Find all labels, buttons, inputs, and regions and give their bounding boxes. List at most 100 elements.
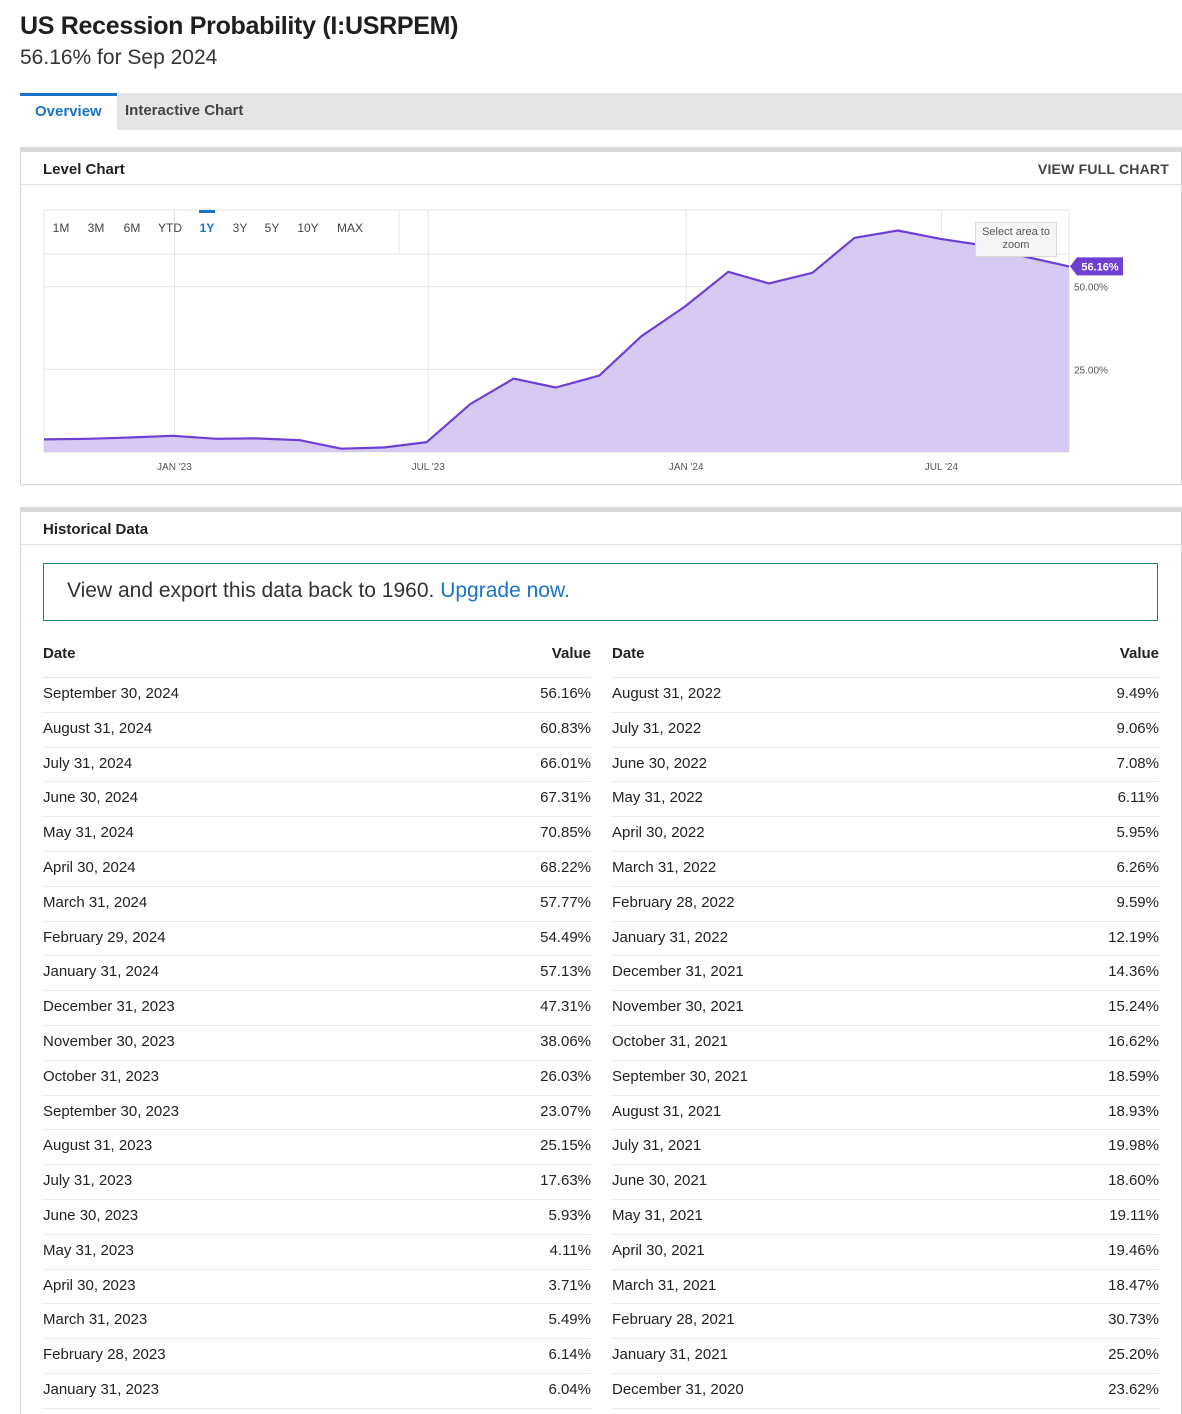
- upgrade-text: View and export this data back to 1960.: [67, 579, 435, 602]
- row-value: 25.20%: [1108, 1346, 1159, 1364]
- table-row: December 31, 2023 47.31%: [43, 991, 591, 1026]
- row-date: March 31, 2021: [612, 1276, 717, 1294]
- range-button-1y[interactable]: 1Y: [200, 221, 215, 235]
- row-value: 18.59%: [1108, 1067, 1159, 1085]
- range-button-6m[interactable]: 6M: [124, 221, 141, 235]
- value-column-header: Value: [1119, 645, 1159, 662]
- historical-data-panel: Historical Data View and export this dat…: [20, 507, 1182, 1414]
- row-value: 38.06%: [540, 1032, 591, 1050]
- level-chart-panel: Level Chart VIEW FULL CHART 1M 3M 6M YTD 1Y 3…: [20, 147, 1182, 485]
- row-date: August 31, 2022: [612, 685, 722, 702]
- range-button-3m[interactable]: 3M: [88, 221, 105, 235]
- table-row: February 28, 2023 6.14%: [43, 1339, 591, 1374]
- tab-interactive-chart[interactable]: Interactive Chart: [110, 93, 258, 130]
- row-date: October 31, 2023: [43, 1067, 159, 1085]
- page-title: US Recession Probability (I:USRPEM): [20, 12, 459, 40]
- tab-overview[interactable]: Overview: [20, 93, 117, 130]
- range-button-3y[interactable]: 3Y: [233, 221, 248, 235]
- table-row: January 31, 2021 25.20%: [612, 1339, 1159, 1374]
- row-value: 6.11%: [1117, 789, 1159, 807]
- row-date: January 31, 2023: [43, 1380, 159, 1398]
- row-value: 23.07%: [540, 1102, 591, 1120]
- row-date: December 31, 2020: [612, 1380, 744, 1398]
- table-row: October 31, 2021 16.62%: [612, 1026, 1159, 1061]
- table-row: June 30, 2022 7.08%: [612, 748, 1159, 783]
- history-table-left: Date Value September 30, 2024 56.16% Augus…: [43, 636, 591, 1409]
- row-date: September 30, 2021: [612, 1067, 748, 1085]
- table-row: April 30, 2022 5.95%: [612, 817, 1159, 852]
- row-value: 30.73%: [1108, 1311, 1159, 1329]
- row-value: 9.06%: [1116, 719, 1159, 737]
- table-row: July 31, 2023 17.63%: [43, 1165, 591, 1200]
- table-row: March 31, 2022 6.26%: [612, 852, 1159, 887]
- range-button-ytd[interactable]: YTD: [158, 221, 182, 235]
- table-row: January 31, 2024 57.13%: [43, 956, 591, 992]
- row-value: 47.31%: [540, 998, 591, 1016]
- row-date: June 30, 2024: [43, 789, 139, 807]
- row-value: 66.01%: [540, 754, 591, 772]
- x-tick-label: JUL '23: [412, 462, 446, 473]
- row-date: May 31, 2023: [43, 1241, 134, 1259]
- zoom-hint: Select area to zoom: [975, 222, 1057, 257]
- row-value: 68.22%: [540, 858, 591, 876]
- tab-bar: Overview Interactive Chart: [20, 93, 1182, 130]
- row-date: March 31, 2023: [43, 1311, 148, 1329]
- table-row: May 31, 2021 19.11%: [612, 1200, 1159, 1235]
- row-date: November 30, 2023: [43, 1032, 175, 1050]
- row-value: 19.46%: [1108, 1241, 1159, 1259]
- row-value: 6.04%: [548, 1380, 591, 1398]
- row-value: 5.93%: [548, 1206, 591, 1224]
- row-date: March 31, 2024: [43, 893, 148, 911]
- table-row: April 30, 2023 3.71%: [43, 1270, 591, 1305]
- row-value: 4.11%: [549, 1241, 591, 1259]
- range-button-5y[interactable]: 5Y: [265, 221, 280, 235]
- row-value: 18.47%: [1108, 1276, 1159, 1294]
- table-row: April 30, 2021 19.46%: [612, 1235, 1159, 1270]
- table-row: November 30, 2021 15.24%: [612, 991, 1159, 1026]
- table-row: September 30, 2023 23.07%: [43, 1096, 591, 1131]
- row-date: September 30, 2023: [43, 1102, 179, 1120]
- row-value: 18.93%: [1108, 1102, 1159, 1120]
- level-chart[interactable]: 1M 3M 6M YTD 1Y 3Y 5Y 10Y MAX JAN '23 JUL '23 JAN …: [21, 152, 1181, 485]
- row-date: July 31, 2022: [612, 719, 702, 737]
- table-row: August 31, 2024 60.83%: [43, 713, 591, 748]
- history-table-right: Date Value August 31, 2022 9.49% July 31, …: [612, 636, 1159, 1409]
- range-button-1m[interactable]: 1M: [53, 221, 70, 235]
- y-tick-label: 25.00%: [1074, 365, 1108, 376]
- range-button-10y[interactable]: 10Y: [297, 221, 318, 235]
- table-row: September 30, 2021 18.59%: [612, 1061, 1159, 1096]
- row-date: May 31, 2024: [43, 824, 134, 842]
- y-tick-label: 50.00%: [1074, 283, 1108, 294]
- table-row: November 30, 2023 38.06%: [43, 1026, 591, 1061]
- table-row: August 31, 2021 18.93%: [612, 1096, 1159, 1131]
- row-value: 7.08%: [1116, 754, 1159, 772]
- row-value: 17.63%: [540, 1172, 591, 1190]
- upgrade-banner: View and export this data back to 1960. …: [43, 563, 1158, 621]
- upgrade-link[interactable]: Upgrade now.: [440, 579, 570, 602]
- row-date: May 31, 2021: [612, 1206, 703, 1224]
- range-active-indicator: [199, 210, 215, 213]
- table-row: March 31, 2024 57.77%: [43, 887, 591, 922]
- table-row: May 31, 2023 4.11%: [43, 1235, 591, 1270]
- row-date: March 31, 2022: [612, 858, 717, 876]
- row-value: 6.26%: [1116, 858, 1159, 876]
- row-value: 26.03%: [540, 1067, 591, 1085]
- historical-data-title: Historical Data: [43, 521, 149, 538]
- historical-data-header: Historical Data: [21, 512, 1181, 545]
- row-value: 18.60%: [1108, 1172, 1159, 1190]
- table-row: July 31, 2024 66.01%: [43, 748, 591, 783]
- range-button-max[interactable]: MAX: [337, 221, 363, 235]
- row-date: July 31, 2023: [43, 1172, 133, 1190]
- row-value: 9.59%: [1116, 893, 1159, 911]
- row-date: April 30, 2024: [43, 858, 136, 876]
- row-date: February 29, 2024: [43, 928, 166, 946]
- table-row: April 30, 2024 68.22%: [43, 852, 591, 887]
- row-value: 5.49%: [548, 1311, 591, 1329]
- row-date: February 28, 2022: [612, 893, 735, 911]
- table-row: February 28, 2021 30.73%: [612, 1304, 1159, 1340]
- last-value-label: 56.16%: [1081, 261, 1119, 273]
- table-row: July 31, 2022 9.06%: [612, 713, 1159, 748]
- table-row: August 31, 2023 25.15%: [43, 1130, 591, 1166]
- row-date: August 31, 2024: [43, 719, 153, 737]
- x-tick-label: JUL '24: [925, 462, 959, 473]
